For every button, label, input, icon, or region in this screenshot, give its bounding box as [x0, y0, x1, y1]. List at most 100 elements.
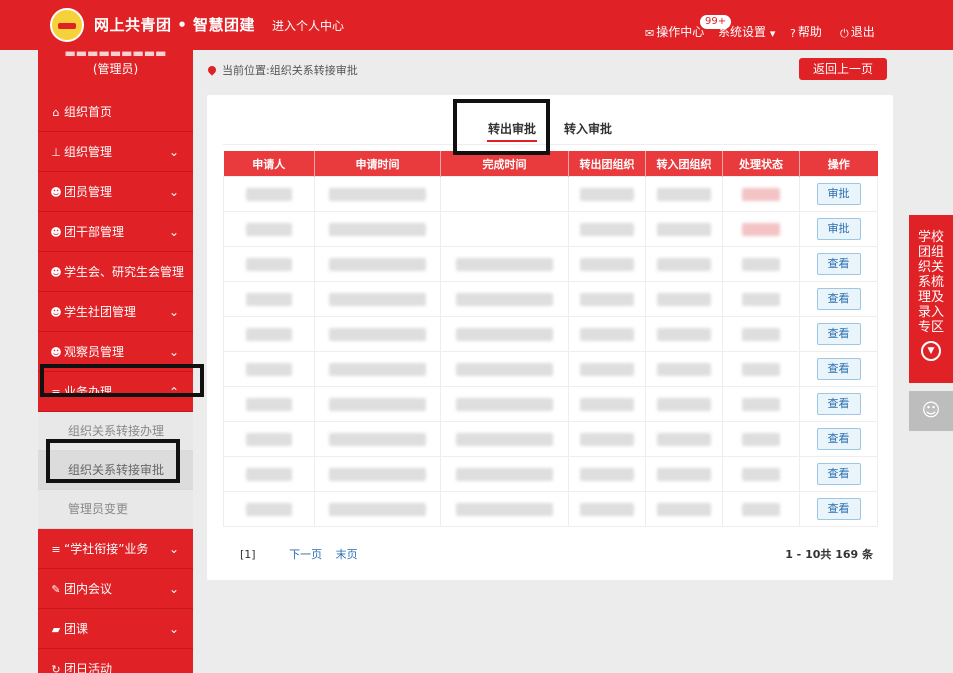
redacted-value: [245, 362, 293, 376]
sidebar-item-member-management[interactable]: ☻ 团员管理 ⌄: [38, 172, 193, 212]
redacted-value: [329, 187, 426, 201]
view-button[interactable]: 查看: [816, 463, 861, 485]
approve-button[interactable]: 审批: [816, 218, 861, 240]
redacted-value: [329, 292, 426, 306]
view-button[interactable]: 查看: [816, 253, 861, 275]
table-cell-action: 审批: [799, 176, 878, 212]
table-cell-redacted: [223, 351, 315, 387]
table-cell-redacted: [722, 456, 800, 492]
table-row: 查看: [223, 351, 878, 387]
breadcrumb-row: 当前位置:组织关系转接审批 返回上一页: [193, 56, 908, 84]
table-cell-redacted: [314, 491, 441, 527]
chevron-down-icon: ⌄: [168, 185, 179, 199]
sidebar-item-label: 观察员管理: [64, 345, 125, 359]
school-org-special-zone[interactable]: 学校团组织关系梳理及录入专区 ▼: [909, 215, 953, 383]
sidebar-item-org-home[interactable]: ⌂ 组织首页: [38, 92, 193, 132]
next-page-link[interactable]: 下一页: [289, 548, 322, 561]
list-icon: ≡: [51, 543, 61, 556]
table-cell-redacted: [645, 456, 723, 492]
system-settings-menu[interactable]: 系统设置 ▾: [718, 0, 777, 50]
table-cell-action: 查看: [799, 386, 878, 422]
table-cell-redacted: [722, 176, 800, 212]
col-header-action[interactable]: 操作: [799, 151, 878, 177]
redacted-value: [656, 222, 712, 236]
col-header-applicant[interactable]: 申请人: [223, 151, 315, 177]
col-header-status[interactable]: 处理状态: [722, 151, 800, 177]
redacted-value: [245, 327, 293, 341]
table-cell-redacted: [722, 316, 800, 352]
folder-icon: ▰: [51, 623, 61, 636]
back-button[interactable]: 返回上一页: [799, 58, 887, 80]
table-cell-redacted: [568, 386, 646, 422]
table-cell-action: 查看: [799, 456, 878, 492]
customer-service-button[interactable]: ☺: [909, 391, 953, 431]
table-cell-redacted: [223, 491, 315, 527]
table-cell-action: 查看: [799, 281, 878, 317]
redacted-value: [455, 397, 554, 411]
personal-center-link[interactable]: 进入个人中心: [272, 17, 344, 34]
tab-transfer-in[interactable]: 转入审批: [564, 120, 612, 137]
sidebar-item-club-management[interactable]: ☻ 学生社团管理 ⌄: [38, 292, 193, 332]
view-button[interactable]: 查看: [816, 393, 861, 415]
sidebar-item-league-day[interactable]: ↻ 团日活动: [38, 649, 193, 673]
sidebar-item-school-society[interactable]: ≡ “学社衔接”业务 ⌄: [38, 529, 193, 569]
main-panel: 转出审批 转入审批 申请人 申请时间 完成时间 转出团组织 转入团组织 处理状态…: [207, 95, 893, 580]
record-count: 1 - 10共 169 条: [785, 548, 873, 561]
highlight-box-tab: [453, 99, 550, 155]
tab-divider: [223, 144, 877, 145]
table-row: 审批: [223, 176, 878, 212]
redacted-value: [245, 467, 293, 481]
home-icon: ⌂: [52, 106, 60, 119]
redacted-value: [579, 502, 635, 516]
breadcrumb-text: 当前位置:组织关系转接审批: [222, 64, 358, 77]
redacted-value: [656, 327, 712, 341]
col-header-to-org[interactable]: 转入团组织: [645, 151, 723, 177]
redacted-value: [329, 467, 426, 481]
view-button[interactable]: 查看: [816, 323, 861, 345]
table-cell-redacted: [440, 386, 569, 422]
table-cell-redacted: [223, 281, 315, 317]
sidebar-sub-admin-change[interactable]: 管理员变更: [38, 490, 193, 529]
table-cell-redacted: [722, 281, 800, 317]
redacted-value: [245, 222, 293, 236]
col-header-from-org[interactable]: 转出团组织: [568, 151, 646, 177]
logout-link[interactable]: ⏻ 退出: [840, 0, 875, 50]
operation-center-link[interactable]: ✉ 操作中心: [645, 0, 704, 50]
redacted-value: [579, 257, 635, 271]
redacted-value: [329, 327, 426, 341]
sidebar-item-org-management[interactable]: ⊥ 组织管理 ⌄: [38, 132, 193, 172]
current-page[interactable]: [1]: [240, 548, 256, 561]
redacted-value: [579, 467, 635, 481]
sidebar-item-meetings[interactable]: ✎ 团内会议 ⌄: [38, 569, 193, 609]
redacted-value: [656, 257, 712, 271]
table-row: 查看: [223, 246, 878, 282]
league-logo-icon[interactable]: [50, 8, 84, 42]
help-link[interactable]: ? 帮助: [790, 0, 822, 50]
chevron-down-icon: ⌄: [168, 622, 179, 636]
redacted-value: [455, 362, 554, 376]
redacted-value: [741, 222, 781, 236]
redacted-value: [329, 432, 426, 446]
table-cell-redacted: [223, 211, 315, 247]
redacted-value: [579, 362, 635, 376]
table-cell-redacted: [440, 491, 569, 527]
view-button[interactable]: 查看: [816, 358, 861, 380]
table-row: 审批: [223, 211, 878, 247]
table-cell-redacted: [645, 316, 723, 352]
view-button[interactable]: 查看: [816, 498, 861, 520]
table-cell-redacted: [314, 316, 441, 352]
view-button[interactable]: 查看: [816, 428, 861, 450]
sidebar-item-cadre-management[interactable]: ☻ 团干部管理 ⌄: [38, 212, 193, 252]
brand-title[interactable]: 网上共青团 • 智慧团建: [94, 14, 255, 35]
col-header-apply-time[interactable]: 申请时间: [314, 151, 441, 177]
redacted-value: [656, 397, 712, 411]
approve-button[interactable]: 审批: [816, 183, 861, 205]
last-page-link[interactable]: 末页: [336, 548, 358, 561]
redacted-value: [656, 467, 712, 481]
table-cell-redacted: [568, 351, 646, 387]
table-cell-redacted: [645, 351, 723, 387]
chevron-down-icon: ⌄: [168, 305, 179, 319]
sidebar-item-league-class[interactable]: ▰ 团课 ⌄: [38, 609, 193, 649]
sidebar-item-student-union[interactable]: ☻ 学生会、研究生会管理: [38, 252, 193, 292]
view-button[interactable]: 查看: [816, 288, 861, 310]
